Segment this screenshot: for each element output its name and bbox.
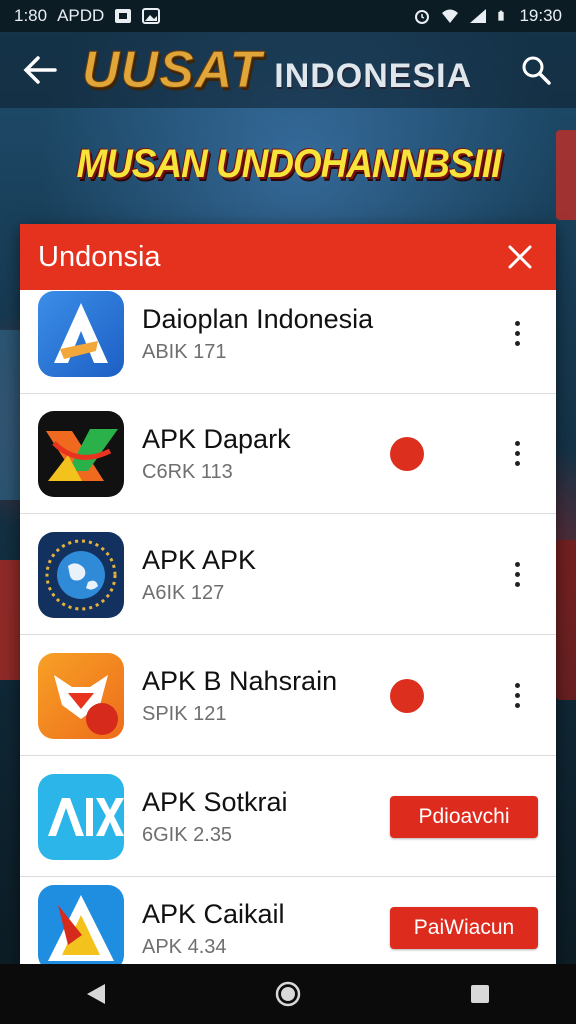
- blue-triangle-app-icon: [38, 290, 124, 377]
- dialog-title: Undonsia: [38, 240, 161, 273]
- more-vert-icon: [514, 321, 520, 326]
- app-list-item[interactable]: APK APK A6IK 127: [20, 515, 556, 635]
- more-vert-icon: [514, 562, 520, 567]
- more-vert-dot: [514, 693, 520, 698]
- more-vert-dot: [514, 331, 520, 336]
- arrow-back-icon: [23, 56, 57, 84]
- image-notification-icon: [142, 8, 161, 24]
- app-list-dialog: Undonsia Daioplan Indonesia ABIK 171 APK…: [20, 224, 556, 964]
- app-name: APK B Nahsrain: [142, 666, 338, 696]
- app-size: SPIK 121: [142, 703, 227, 725]
- globe-app-icon: [38, 531, 124, 618]
- app-info: APK Dapark C6RK 113: [142, 423, 556, 484]
- more-options-button[interactable]: [502, 674, 532, 718]
- app-size: ABIK 171: [142, 341, 227, 363]
- app-list-item[interactable]: APK Dapark C6RK 113: [20, 394, 556, 514]
- app-list-item[interactable]: Daioplan Indonesia ABIK 171: [20, 290, 556, 394]
- more-vert-icon: [514, 683, 520, 688]
- status-left: 1:80 APDD: [14, 6, 161, 26]
- status-bar: 1:80 APDD 19:30: [0, 0, 576, 32]
- status-time-left: 1:80: [14, 6, 48, 25]
- app-list-item[interactable]: APK Caikail APK 4.34 PaiWiacun: [20, 868, 556, 964]
- app-name: APK APK: [142, 545, 257, 575]
- dialog-header: Undonsia: [20, 224, 556, 290]
- app-size: C6RK 113: [142, 461, 233, 483]
- more-vert-icon: [514, 441, 520, 446]
- notification-icon: [115, 9, 132, 23]
- nav-recents-button[interactable]: [450, 969, 510, 1019]
- close-button[interactable]: [500, 237, 540, 277]
- app-info: Daioplan Indonesia ABIK 171: [142, 303, 556, 364]
- search-button[interactable]: [508, 42, 564, 98]
- app-list-item[interactable]: APK B Nahsrain SPIK 121: [20, 636, 556, 756]
- app-name: APK Dapark: [142, 424, 291, 454]
- more-vert-dot: [514, 451, 520, 456]
- more-options-button[interactable]: [502, 312, 532, 356]
- nav-recents-icon: [471, 985, 489, 1003]
- system-nav-bar: [0, 964, 576, 1024]
- promo-banner: MUSAN UNDOHANNBSIII: [0, 128, 576, 200]
- more-vert-dot: [514, 703, 520, 708]
- app-info: APK B Nahsrain SPIK 121: [142, 665, 556, 726]
- nav-back-button[interactable]: [66, 969, 126, 1019]
- more-vert-dot: [514, 341, 520, 346]
- install-button[interactable]: Pdioavchi: [390, 795, 538, 838]
- nav-home-icon: [275, 981, 301, 1007]
- nav-home-button[interactable]: [258, 969, 318, 1019]
- search-icon: [522, 56, 551, 85]
- update-badge: [390, 678, 424, 713]
- battery-icon: [498, 10, 505, 21]
- status-carrier-label: APDD: [57, 6, 105, 25]
- close-icon: [508, 245, 532, 269]
- app-bar: UUSAT INDONESIA: [0, 32, 576, 108]
- update-badge: [390, 436, 424, 471]
- aix-app-icon: [38, 773, 124, 860]
- app-list: Daioplan Indonesia ABIK 171 APK Dapark C…: [20, 290, 556, 964]
- alarm-icon: [415, 10, 430, 24]
- more-vert-dot: [514, 461, 520, 466]
- app-name: Daioplan Indonesia: [142, 304, 374, 334]
- app-title-logo-text: UUSAT: [81, 41, 263, 100]
- app-size: A6IK 127: [142, 582, 225, 604]
- nav-back-icon: [87, 984, 105, 1004]
- more-options-button[interactable]: [502, 553, 532, 597]
- app-list-item[interactable]: APK Sotkrai 6GIK 2.35 Pdioavchi: [20, 757, 556, 877]
- app-title-subtitle: INDONESIA: [274, 57, 473, 95]
- fox-app-icon: [38, 652, 124, 739]
- back-button[interactable]: [8, 38, 72, 102]
- more-vert-dot: [514, 572, 520, 577]
- app-info: APK APK A6IK 127: [142, 544, 556, 605]
- status-right: 19:30: [413, 6, 562, 26]
- wifi-icon: [442, 9, 459, 23]
- background-poster-right-lower: [556, 540, 576, 700]
- app-title: UUSAT INDONESIA: [72, 40, 508, 100]
- background-poster-left: [0, 330, 22, 500]
- status-time-right: 19:30: [519, 6, 562, 25]
- orange-green-x-app-icon: [38, 410, 124, 497]
- install-button[interactable]: PaiWiacun: [390, 907, 538, 949]
- signal-icon: [470, 9, 487, 23]
- background-poster-left-lower: [0, 560, 22, 680]
- red-yellow-triangle-app-icon: [38, 885, 124, 964]
- more-vert-dot: [514, 582, 520, 587]
- banner-text: MUSAN UNDOHANNBSIII: [75, 141, 501, 186]
- more-options-button[interactable]: [502, 432, 532, 476]
